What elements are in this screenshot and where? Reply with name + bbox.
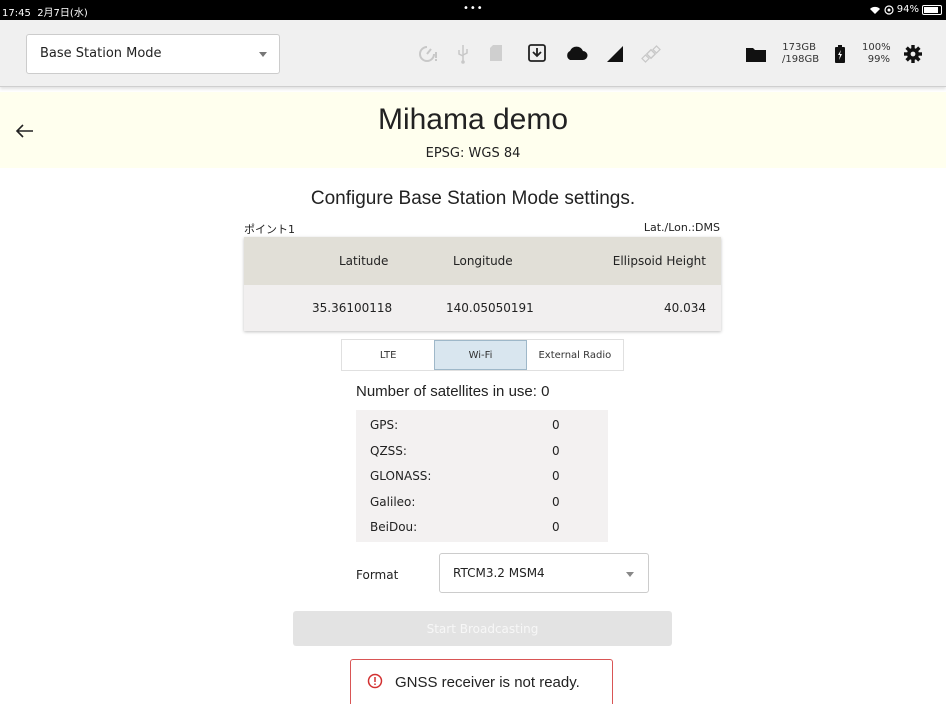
header-latitude: Latitude <box>339 254 389 268</box>
status-indicators: 94% <box>869 4 942 15</box>
coordinate-format: Lat./Lon.:DMS <box>643 221 720 234</box>
battery-charging-icon <box>835 45 845 63</box>
tab-external-radio[interactable]: External Radio <box>527 340 623 370</box>
constellation-count: 0 <box>552 495 560 509</box>
error-circle-icon <box>367 673 383 689</box>
format-select[interactable]: RTCM3.2 MSM4 <box>439 553 649 593</box>
battery-icon <box>922 4 942 15</box>
constellation-count: 0 <box>552 418 560 432</box>
format-select-value: RTCM3.2 MSM4 <box>453 566 545 580</box>
longitude-value: 140.05050191 <box>446 301 534 315</box>
point-name: ポイント1 <box>244 223 295 236</box>
storage-indicator: 173GB /198GB <box>782 42 820 66</box>
format-label: Format <box>356 568 399 582</box>
status-time: 17:45 2月7日(水) <box>2 8 88 19</box>
table-row: 35.36100118 140.05050191 40.034 <box>244 285 721 331</box>
cellular-signal-icon[interactable] <box>606 45 624 63</box>
constellation-name: GLONASS: <box>370 469 432 483</box>
status-bar: 17:45 2月7日(水) ••• 94% <box>0 0 946 20</box>
list-item: Galileo: 0 <box>356 492 608 512</box>
error-message: GNSS receiver is not ready. <box>395 674 580 691</box>
mode-select-value: Base Station Mode <box>40 46 162 61</box>
battery-line-2: 99% <box>867 54 890 65</box>
mode-select[interactable]: Base Station Mode <box>26 34 280 74</box>
list-item: QZSS: 0 <box>356 441 608 461</box>
header-longitude: Longitude <box>453 254 513 268</box>
chevron-down-icon <box>259 52 267 57</box>
constellation-name: BeiDou: <box>370 520 418 534</box>
multitasking-dots[interactable]: ••• <box>463 3 484 14</box>
constellation-name: QZSS: <box>370 444 407 458</box>
satellite-panel: GPS: 0 QZSS: 0 GLONASS: 0 Galileo: 0 Bei… <box>356 410 608 542</box>
orientation-lock-icon <box>884 4 894 15</box>
crs-label: EPSG: WGS 84 <box>425 146 521 161</box>
list-item: BeiDou: 0 <box>356 517 608 537</box>
constellation-count: 0 <box>552 444 560 458</box>
storage-used: 173GB <box>782 42 816 53</box>
constellation-name: GPS: <box>370 418 399 432</box>
tab-lte[interactable]: LTE <box>342 340 434 370</box>
error-alert: GNSS receiver is not ready. <box>350 659 613 704</box>
page-title: Mihama demo <box>377 103 569 136</box>
constellation-count: 0 <box>552 469 560 483</box>
download-box-icon[interactable] <box>527 43 547 63</box>
constellation-count: 0 <box>552 520 560 534</box>
chevron-down-icon <box>626 572 634 577</box>
battery-line-1: 100% <box>862 42 891 53</box>
start-broadcasting-button[interactable]: Start Broadcasting <box>293 611 672 646</box>
list-item: GPS: 0 <box>356 415 608 435</box>
ellipsoid-height-value: 40.034 <box>664 301 706 315</box>
tab-wifi[interactable]: Wi-Fi <box>434 340 527 370</box>
gear-icon[interactable] <box>903 44 923 64</box>
battery-readout: 100% 99% <box>862 42 891 66</box>
section-heading: Configure Base Station Mode settings. <box>310 188 636 209</box>
top-toolbar: Base Station Mode 173GB /198GB 100% 99% <box>0 20 946 87</box>
usb-icon[interactable] <box>456 44 470 64</box>
header-ellipsoid-height: Ellipsoid Height <box>612 254 706 268</box>
folder-icon[interactable] <box>745 45 767 63</box>
latitude-value: 35.36100118 <box>312 301 393 315</box>
satellite-count: Number of satellites in use: 0 <box>356 383 550 400</box>
wifi-icon <box>869 6 880 14</box>
coordinate-table-header: Latitude Longitude Ellipsoid Height <box>244 237 721 285</box>
satellite-icon[interactable] <box>641 44 661 64</box>
timer-alert-icon[interactable] <box>417 44 439 64</box>
storage-total: /198GB <box>782 54 820 65</box>
sd-card-icon[interactable] <box>489 44 503 62</box>
coordinate-table: Latitude Longitude Ellipsoid Height 35.3… <box>244 237 721 331</box>
battery-percent: 94% <box>896 4 919 15</box>
list-item: GLONASS: 0 <box>356 466 608 486</box>
constellation-name: Galileo: <box>370 495 416 509</box>
communication-tabs: LTE Wi-Fi External Radio <box>341 339 624 371</box>
cloud-icon[interactable] <box>564 45 588 61</box>
